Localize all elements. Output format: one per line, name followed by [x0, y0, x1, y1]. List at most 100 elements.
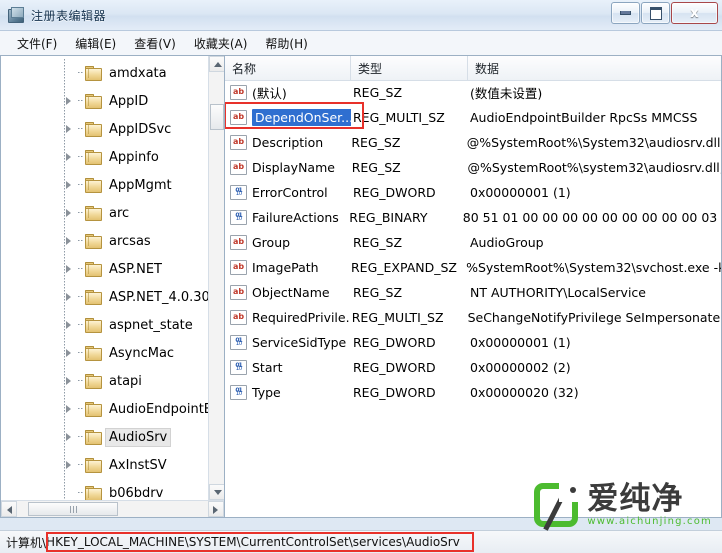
string-value-icon	[230, 235, 247, 250]
folder-icon	[85, 486, 102, 500]
tree-expand-icon[interactable]	[62, 93, 78, 109]
column-header-name[interactable]: 名称	[225, 56, 351, 80]
maximize-icon	[642, 3, 669, 23]
registry-values-pane: 名称 类型 数据 (默认) REG_SZ (数值未设置) DependOnSer...…	[224, 55, 722, 518]
tree-expand-icon[interactable]	[62, 373, 78, 389]
tree-expand-icon[interactable]	[62, 121, 78, 137]
table-row[interactable]: (默认) REG_SZ (数值未设置)	[225, 80, 721, 105]
tree-node-appid[interactable]: AppID	[1, 87, 208, 115]
table-row[interactable]: FailureActions REG_BINARY 80 51 01 00 00 0…	[225, 205, 721, 230]
tree-connector-line	[78, 240, 84, 241]
cell-value-data: %SystemRoot%\System32\svchost.exe -k	[466, 260, 721, 275]
cell-value-name: FailureActions	[225, 210, 347, 225]
cell-value-name: DependOnSer...	[225, 109, 351, 126]
cell-value-type: REG_SZ	[351, 160, 401, 175]
cell-value-name: ServiceSidType	[225, 335, 351, 350]
tree-connector-line	[78, 380, 84, 381]
tree-expand-icon[interactable]	[62, 177, 78, 193]
tree-expand-icon[interactable]	[62, 289, 78, 305]
tree-node-appidsvc[interactable]: AppIDSvc	[1, 115, 208, 143]
cell-value-name: Start	[225, 360, 351, 375]
table-row[interactable]: DependOnSer...REG_MULTI_SZ AudioEndpointB…	[225, 105, 721, 130]
tree-node-label: AppMgmt	[109, 177, 172, 193]
menu-help[interactable]: 帮助(H)	[256, 32, 316, 55]
tree-leaf-spacer	[62, 485, 78, 500]
table-row[interactable]: Start REG_DWORD 0x00000002 (2)	[225, 355, 721, 380]
tree-expand-icon[interactable]	[62, 401, 78, 417]
minimize-button[interactable]	[611, 2, 640, 24]
menu-file[interactable]: 文件(F)	[8, 32, 66, 55]
tree-node-arcsas[interactable]: arcsas	[1, 227, 208, 255]
tree-scroll-left-button[interactable]	[1, 501, 17, 517]
value-name-label: ImagePath	[252, 260, 319, 275]
table-row[interactable]: Group REG_SZ AudioGroup	[225, 230, 721, 255]
tree-expand-icon[interactable]	[62, 429, 78, 445]
tree-node-appinfo[interactable]: Appinfo	[1, 143, 208, 171]
cell-value-data: NT AUTHORITY\LocalService	[470, 285, 646, 300]
table-row[interactable]: ObjectName REG_SZ NT AUTHORITY\LocalServic…	[225, 280, 721, 305]
tree-expand-icon[interactable]	[62, 233, 78, 249]
tree-node-label: AppID	[109, 93, 149, 109]
dword-value-icon	[230, 185, 247, 200]
tree-node-asp-net[interactable]: ASP.NET	[1, 255, 208, 283]
tree-expand-icon[interactable]	[62, 149, 78, 165]
tree-node-atapi[interactable]: atapi	[1, 367, 208, 395]
tree-node-amdxata[interactable]: amdxata	[1, 59, 208, 87]
table-row[interactable]: Type REG_DWORD 0x00000020 (32)	[225, 380, 721, 405]
column-header-data[interactable]: 数据	[468, 56, 721, 80]
cell-value-type: REG_SZ	[353, 235, 403, 250]
value-name-label: DisplayName	[252, 160, 335, 175]
tree-horizontal-scroll-thumb[interactable]	[28, 502, 118, 516]
close-button[interactable]: x	[671, 2, 718, 24]
tree-expand-icon[interactable]	[62, 457, 78, 473]
cell-value-type: REG_SZ	[351, 135, 401, 150]
cell-value-data: AudioEndpointBuilder RpcSs MMCSS	[470, 110, 698, 125]
cell-value-data: 0x00000020 (32)	[470, 385, 579, 400]
dword-value-icon	[230, 385, 247, 400]
value-name-label: Start	[252, 360, 283, 375]
tree-vertical-scrollbar[interactable]	[208, 56, 224, 500]
tree-horizontal-scrollbar[interactable]	[1, 500, 224, 517]
status-registry-path: HKEY_LOCAL_MACHINE\SYSTEM\CurrentControl…	[46, 535, 460, 549]
cell-value-name: ErrorControl	[225, 185, 351, 200]
tree-node-b06bdrv[interactable]: b06bdrv	[1, 479, 208, 500]
folder-icon	[85, 262, 102, 277]
table-row[interactable]: Description REG_SZ @%SystemRoot%\System32\…	[225, 130, 721, 155]
tree-connector-line	[78, 296, 84, 297]
tree-scroll-right-button[interactable]	[208, 501, 224, 517]
tree-node-aspnet-state[interactable]: aspnet_state	[1, 311, 208, 339]
dword-value-icon	[230, 210, 247, 225]
tree-node-audiosrv[interactable]: AudioSrv	[1, 423, 208, 451]
table-row[interactable]: ServiceSidType REG_DWORD 0x00000001 (1)	[225, 330, 721, 355]
values-list: (默认)REG_SZ(数值未设置)DependOnSer...REG_MULTI…	[225, 80, 721, 517]
close-icon: x	[690, 5, 699, 21]
tree-connector-line	[78, 492, 84, 493]
table-row[interactable]: ImagePath REG_EXPAND_SZ %SystemRoot%\Syste…	[225, 255, 721, 280]
tree-scroll-up-button[interactable]	[209, 56, 224, 72]
tree-viewport: amdxata AppID AppIDSvc Appinfo AppMgmt arc arc…	[1, 56, 208, 500]
tree-vertical-scroll-thumb[interactable]	[210, 104, 224, 130]
tree-node-appmgmt[interactable]: AppMgmt	[1, 171, 208, 199]
table-row[interactable]: RequiredPrivile...REG_MULTI_SZ SeChangeNo…	[225, 305, 721, 330]
menu-bar: 文件(F) 编辑(E) 查看(V) 收藏夹(A) 帮助(H)	[0, 31, 722, 56]
folder-icon	[85, 318, 102, 333]
tree-expand-icon[interactable]	[62, 205, 78, 221]
tree-expand-icon[interactable]	[62, 261, 78, 277]
table-row[interactable]: DisplayName REG_SZ @%SystemRoot%\system32\…	[225, 155, 721, 180]
menu-edit[interactable]: 编辑(E)	[66, 32, 125, 55]
tree-node-asp-net-4-0-303[interactable]: ASP.NET_4.0.303	[1, 283, 208, 311]
tree-node-arc[interactable]: arc	[1, 199, 208, 227]
tree-expand-icon[interactable]	[62, 345, 78, 361]
maximize-button[interactable]	[641, 2, 670, 24]
column-header-type[interactable]: 类型	[351, 56, 468, 80]
cell-value-data: @%SystemRoot%\System32\audiosrv.dll,	[466, 135, 721, 150]
menu-favorites[interactable]: 收藏夹(A)	[185, 32, 257, 55]
string-value-icon	[230, 310, 247, 325]
tree-node-asyncmac[interactable]: AsyncMac	[1, 339, 208, 367]
tree-node-axinstsv[interactable]: AxInstSV	[1, 451, 208, 479]
tree-expand-icon[interactable]	[62, 317, 78, 333]
table-row[interactable]: ErrorControl REG_DWORD 0x00000001 (1)	[225, 180, 721, 205]
menu-view[interactable]: 查看(V)	[125, 32, 185, 55]
tree-scroll-down-button[interactable]	[209, 484, 224, 500]
tree-node-audioendpointb[interactable]: AudioEndpointB	[1, 395, 208, 423]
